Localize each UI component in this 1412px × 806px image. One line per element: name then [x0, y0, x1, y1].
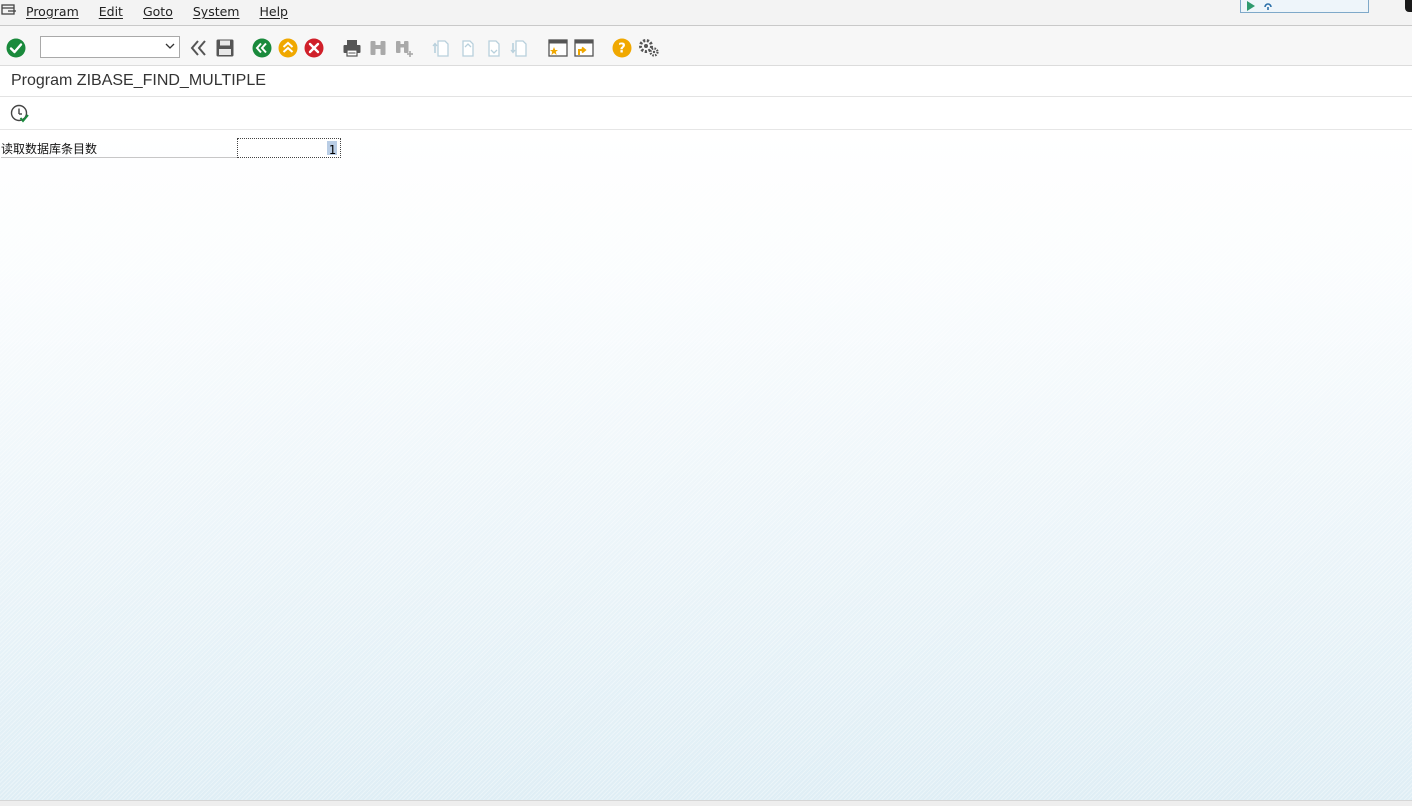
param-input-field[interactable]	[237, 138, 341, 158]
menu-edit[interactable]: Edit	[99, 4, 123, 19]
menu-goto[interactable]: Goto	[143, 4, 173, 19]
application-toolbar	[0, 97, 1412, 130]
first-page-icon	[432, 40, 449, 57]
check-icon	[6, 38, 26, 58]
cancel-button[interactable]	[303, 37, 325, 59]
last-page-icon	[510, 40, 527, 57]
status-bar	[0, 800, 1412, 806]
previous-page-button[interactable]	[457, 37, 479, 59]
command-field[interactable]	[40, 36, 180, 58]
binoculars-icon	[370, 41, 386, 55]
save-icon	[216, 39, 234, 57]
title-bar: Program ZIBASE_FIND_MULTIPLE	[0, 66, 1412, 97]
param-label: 读取数据库条目数	[1, 140, 237, 158]
back-icon	[252, 38, 272, 58]
next-page-button[interactable]	[483, 37, 505, 59]
print-button[interactable]	[341, 37, 363, 59]
gear-icon	[639, 39, 659, 57]
create-shortcut-button[interactable]	[573, 37, 595, 59]
menu-items: Program Edit Goto System Help	[26, 4, 288, 19]
svg-text:?: ?	[618, 42, 626, 57]
enter-button[interactable]	[5, 37, 27, 59]
link-icon	[1264, 3, 1272, 10]
command-input[interactable]	[44, 38, 166, 58]
menu-system[interactable]: System	[193, 4, 240, 19]
save-button[interactable]	[214, 37, 236, 59]
printer-icon	[343, 40, 361, 57]
new-window-icon	[548, 39, 568, 57]
find-button[interactable]	[367, 37, 389, 59]
exit-button[interactable]	[277, 37, 299, 59]
binoculars-plus-icon	[396, 41, 413, 57]
menu-program[interactable]: Program	[26, 4, 79, 19]
system-menu-icon[interactable]	[1, 3, 17, 17]
find-next-button[interactable]	[393, 37, 415, 59]
next-page-icon	[488, 40, 500, 57]
menu-bar: Program Edit Goto System Help	[0, 0, 1412, 26]
window-control-box[interactable]	[1240, 0, 1369, 13]
parameter-row: 读取数据库条目数	[0, 138, 341, 158]
help-icon: ?	[612, 38, 632, 58]
back-button[interactable]	[251, 37, 273, 59]
play-icon	[1247, 1, 1255, 11]
execute-icon[interactable]	[10, 104, 30, 124]
help-button[interactable]: ?	[611, 37, 633, 59]
selection-screen: 读取数据库条目数	[0, 130, 1412, 800]
customize-layout-button[interactable]	[638, 37, 660, 59]
cancel-icon	[304, 38, 324, 58]
window-corner-mark	[1405, 0, 1412, 12]
menu-help[interactable]: Help	[259, 4, 288, 19]
previous-page-icon	[462, 40, 474, 57]
param-input[interactable]	[238, 142, 338, 158]
standard-toolbar: ?	[0, 26, 1412, 66]
first-page-button[interactable]	[431, 37, 453, 59]
double-chevron-left-icon	[190, 40, 206, 56]
last-page-button[interactable]	[509, 37, 531, 59]
chevron-down-icon[interactable]	[165, 42, 175, 50]
back-double-button[interactable]	[188, 37, 210, 59]
exit-icon	[278, 38, 298, 58]
shortcut-icon	[574, 39, 594, 57]
page-title: Program ZIBASE_FIND_MULTIPLE	[11, 72, 266, 89]
create-session-button[interactable]	[547, 37, 569, 59]
